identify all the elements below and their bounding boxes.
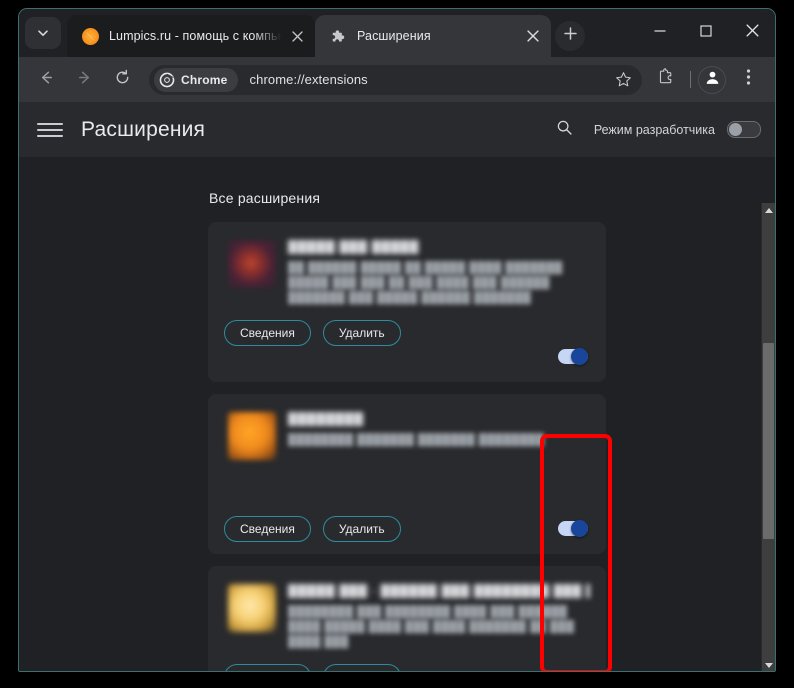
section-title: Все расширения <box>209 190 321 206</box>
profile-button[interactable] <box>698 65 726 94</box>
chrome-chip-label: Chrome <box>181 72 228 87</box>
plus-icon <box>563 26 578 46</box>
close-icon[interactable] <box>285 24 309 48</box>
forward-button[interactable] <box>69 65 99 95</box>
tab-extensions[interactable]: Расширения <box>315 15 551 57</box>
three-dots-vertical-icon <box>746 68 751 91</box>
maximize-button[interactable] <box>683 9 729 57</box>
extension-description: ████████ ███ ████████ ████ ███ ██████ ██… <box>288 606 575 648</box>
tab-lumpics[interactable]: Lumpics.ru - помощь с компьк <box>67 15 315 57</box>
extension-card: ████████ ████████ ███████ ███████ ██████… <box>208 394 606 554</box>
search-icon <box>556 119 573 141</box>
browser-window: Lumpics.ru - помощь с компьк Расширения <box>18 8 776 672</box>
triangle-up-icon <box>764 207 773 213</box>
extension-card: █████ ███ █████ ██ ██████ █████ ██ █████… <box>208 222 606 382</box>
extension-description: ████████ ███████ ███████ ████████ <box>288 434 545 446</box>
close-window-button[interactable] <box>729 9 775 57</box>
details-button[interactable]: Сведения <box>224 516 311 542</box>
extension-name: █████ ███ █████ <box>288 240 420 254</box>
remove-button[interactable]: Удалить <box>322 320 401 346</box>
developer-mode-label: Режим разработчика <box>593 122 715 137</box>
extensions-list-container: Все расширения █████ ███ █████ ██ ██████… <box>19 158 761 671</box>
yellow-blurred-icon <box>228 584 276 632</box>
toolbar-divider <box>690 71 691 88</box>
star-icon[interactable] <box>610 67 636 93</box>
extensions-page: Расширения Режим разработчика Все расшир… <box>19 102 775 671</box>
triangle-down-icon <box>764 662 773 668</box>
new-tab-button[interactable] <box>555 21 585 51</box>
hamburger-menu-icon[interactable] <box>37 117 63 143</box>
scroll-down-button[interactable] <box>762 658 775 671</box>
extension-cards: █████ ███ █████ ██ ██████ █████ ██ █████… <box>208 222 606 671</box>
toggle-knob <box>571 520 588 537</box>
close-icon[interactable] <box>521 24 545 48</box>
chrome-chip: Chrome <box>154 67 238 92</box>
remove-button[interactable]: Удалить <box>322 664 401 671</box>
arrow-left-icon <box>38 69 55 91</box>
remove-button[interactable]: Удалить <box>322 516 401 542</box>
address-bar[interactable]: Chrome chrome://extensions <box>149 64 642 95</box>
orange-blurred-icon <box>228 412 276 460</box>
extension-enable-toggle[interactable] <box>558 348 588 365</box>
developer-mode-toggle[interactable] <box>727 121 761 138</box>
extensions-button[interactable] <box>652 65 682 95</box>
account-avatar-icon <box>704 69 721 91</box>
page-title: Расширения <box>81 117 206 141</box>
extensions-header: Расширения Режим разработчика <box>19 102 775 158</box>
minimize-button[interactable] <box>637 9 683 57</box>
details-button[interactable]: Сведения <box>224 320 311 346</box>
tab-title: Lumpics.ru - помощь с компьк <box>109 29 284 43</box>
tab-title: Расширения <box>357 29 431 43</box>
scroll-up-button[interactable] <box>762 203 775 217</box>
extension-name: ████████ <box>288 412 364 426</box>
chrome-logo-icon <box>159 72 175 88</box>
chrome-menu-button[interactable] <box>733 65 763 95</box>
close-icon <box>745 23 760 43</box>
puzzle-piece-icon <box>329 27 347 45</box>
arrow-right-icon <box>76 69 93 91</box>
details-button[interactable]: Сведения <box>224 664 311 671</box>
url-text: chrome://extensions <box>249 72 368 87</box>
maximize-icon <box>699 24 713 43</box>
orange-slice-icon <box>81 27 99 45</box>
chevron-down-icon <box>36 26 50 40</box>
extension-name: █████ ███ - ██████ ███ ████████ ███ ████… <box>288 584 590 598</box>
window-controls <box>637 9 775 57</box>
extension-description: ██ ██████ █████ ██ █████ ████ ███████ ██… <box>288 262 563 304</box>
tab-strip: Lumpics.ru - помощь с компьк Расширения <box>19 9 775 57</box>
page-scrollbar[interactable] <box>761 203 775 671</box>
extension-enable-toggle[interactable] <box>558 520 588 537</box>
scrollbar-thumb[interactable] <box>763 343 774 539</box>
extension-card: █████ ███ - ██████ ███ ████████ ███ ████… <box>208 566 606 671</box>
toggle-knob <box>571 348 588 365</box>
toggle-knob <box>729 123 742 136</box>
search-button[interactable] <box>550 115 580 145</box>
red-blurred-icon <box>228 240 276 288</box>
tab-search-button[interactable] <box>25 17 61 49</box>
puzzle-piece-icon <box>658 68 676 91</box>
back-button[interactable] <box>31 65 61 95</box>
reload-icon <box>114 69 131 91</box>
reload-button[interactable] <box>107 65 137 95</box>
browser-toolbar: Chrome chrome://extensions <box>19 57 775 102</box>
minimize-icon <box>653 24 667 43</box>
